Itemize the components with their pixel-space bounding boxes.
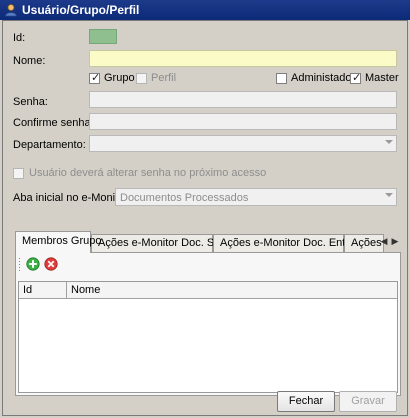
fechar-button[interactable]: Fechar [277,391,335,412]
administrador-checkbox[interactable] [276,73,287,84]
tab-membros-grupo[interactable]: Membros Grupo [15,231,101,253]
gravar-button[interactable]: Gravar [339,391,397,412]
departamento-label: Departamento: [13,139,86,151]
remove-icon[interactable] [44,257,58,271]
grupo-checkbox[interactable]: ✓ [89,72,101,84]
tab-acoes-doc-entrada[interactable]: Ações e-Monitor Doc. Entrada [213,234,367,252]
column-header-nome[interactable]: Nome [67,282,397,298]
id-label: Id: [13,32,26,44]
administrador-label: Administador [291,72,356,84]
grid-header: Id Nome [19,282,397,299]
check-icon: ✓ [91,72,101,84]
tab-scroll-left-button[interactable]: ◀ [379,233,389,249]
senha-label: Senha: [13,96,48,108]
perfil-label: Perfil [151,72,177,84]
membros-grupo-panel: Id Nome [15,252,401,396]
nome-input[interactable] [89,50,397,67]
toolbar-grip [18,257,21,271]
master-label: Master [365,72,399,84]
senha-input[interactable] [89,91,397,108]
membros-grid[interactable]: Id Nome [18,281,398,393]
perfil-checkbox[interactable] [136,73,147,84]
aba-inicial-select[interactable]: Documentos Processados [115,188,397,206]
chevron-down-icon [385,193,393,197]
add-icon[interactable] [26,257,40,271]
master-checkbox[interactable]: ✓ [350,72,362,84]
check-icon: ✓ [352,72,362,84]
form-area: Id: Nome: ✓ Grupo Perfil Administador ✓ … [2,20,408,416]
tab-strip: Membros Grupo Ações e-Monitor Doc. Saída… [15,231,401,253]
aba-inicial-value: Documentos Processados [120,192,249,204]
confirme-senha-label: Confirme senha: [13,117,94,129]
confirme-senha-input[interactable] [89,113,397,130]
tab-acoes-e-monitor[interactable]: Ações e-M [344,234,384,252]
window-title: Usuário/Grupo/Perfil [22,3,140,17]
chevron-right-icon: ▶ [391,236,399,246]
title-bar: Usuário/Grupo/Perfil [0,0,410,20]
departamento-select[interactable] [89,135,397,152]
nome-label: Nome: [13,55,46,67]
alterar-senha-checkbox[interactable] [13,168,24,179]
user-icon [5,4,17,17]
aba-inicial-label: Aba inicial no e-Monitor: [13,192,132,204]
chevron-left-icon: ◀ [380,236,388,246]
tab-scroll-right-button[interactable]: ▶ [390,233,400,249]
id-field [89,29,117,44]
chevron-down-icon [385,140,393,144]
column-header-id[interactable]: Id [19,282,67,298]
alterar-senha-label: Usuário deverá alterar senha no próximo … [29,167,267,179]
tab-acoes-doc-saida[interactable]: Ações e-Monitor Doc. Saída [91,234,236,252]
grupo-label: Grupo [104,72,135,84]
panel-toolbar [18,255,78,273]
